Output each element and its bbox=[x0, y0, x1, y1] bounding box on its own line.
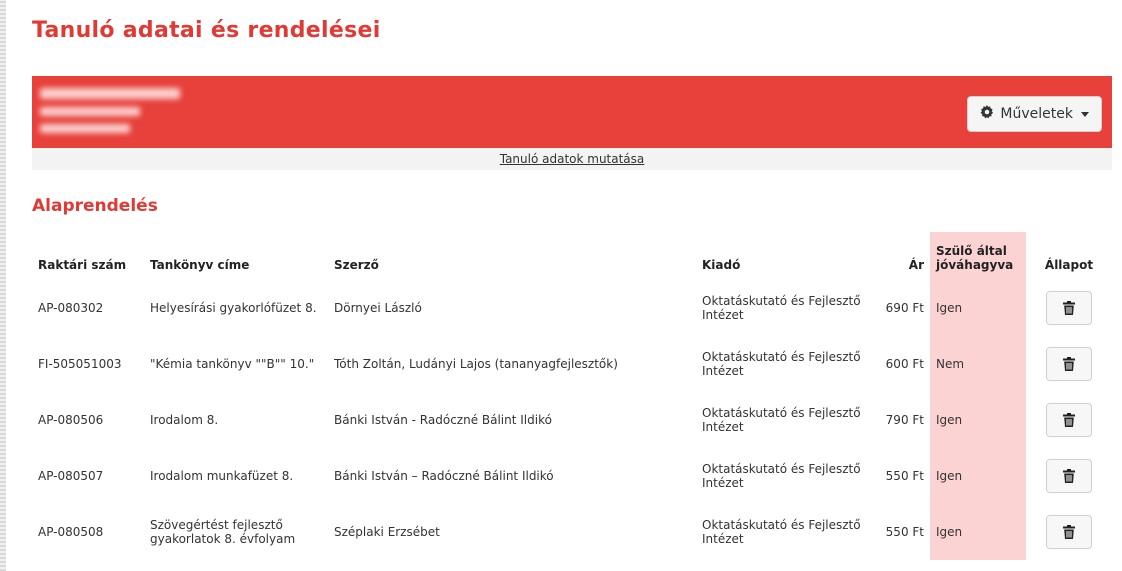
table-row: AP-080302 Helyesírási gyakorlófüzet 8. D… bbox=[32, 280, 1112, 336]
cell-price: 790 Ft bbox=[885, 413, 924, 427]
cell-stock-no: AP-080302 bbox=[38, 301, 104, 315]
cell-publisher: Oktatáskutató és Fejlesztő Intézet bbox=[702, 462, 861, 490]
table-row: FI-505051003 "Kémia tankönyv ""B"" 10." … bbox=[32, 336, 1112, 392]
table-row: AP-080507 Irodalom munkafüzet 8. Bánki I… bbox=[32, 448, 1112, 504]
show-student-data-link[interactable]: Tanuló adatok mutatása bbox=[500, 152, 645, 166]
trash-icon bbox=[1063, 413, 1075, 427]
left-border-decoration bbox=[0, 0, 6, 571]
gear-icon bbox=[980, 105, 994, 123]
header-author: Szerző bbox=[334, 258, 379, 272]
orders-table: Raktári szám Tankönyv címe Szerző Kiadó … bbox=[32, 232, 1112, 560]
cell-author: Dörnyei László bbox=[334, 301, 422, 315]
actions-button[interactable]: Műveletek bbox=[967, 96, 1102, 132]
page-title: Tanuló adatai és rendelései bbox=[32, 18, 381, 43]
cell-price: 550 Ft bbox=[885, 469, 924, 483]
cell-stock-no: AP-080507 bbox=[38, 469, 104, 483]
cell-book-title: Szövegértést fejlesztő gyakorlatok 8. év… bbox=[150, 518, 296, 546]
trash-icon bbox=[1063, 357, 1075, 371]
table-row: AP-080508 Szövegértést fejlesztő gyakorl… bbox=[32, 504, 1112, 560]
caret-down-icon bbox=[1081, 111, 1089, 117]
actions-button-label: Műveletek bbox=[1000, 106, 1073, 122]
cell-author: Bánki István - Radóczné Bálint Ildikó bbox=[334, 413, 552, 427]
cell-publisher: Oktatáskutató és Fejlesztő Intézet bbox=[702, 350, 861, 378]
cell-parent-approved: Nem bbox=[930, 336, 1026, 392]
header-price: Ár bbox=[908, 258, 924, 272]
cell-stock-no: FI-505051003 bbox=[38, 357, 122, 371]
cell-parent-approved: Igen bbox=[930, 448, 1026, 504]
delete-button[interactable] bbox=[1046, 403, 1092, 437]
student-panel: Műveletek bbox=[32, 76, 1112, 148]
delete-button[interactable] bbox=[1046, 347, 1092, 381]
cell-status bbox=[1026, 336, 1112, 392]
cell-parent-approved: Igen bbox=[930, 504, 1026, 560]
cell-stock-no: AP-080508 bbox=[38, 525, 104, 539]
trash-icon bbox=[1063, 301, 1075, 315]
header-parent-approved: Szülő által jóváhagyva bbox=[930, 232, 1026, 280]
cell-publisher: Oktatáskutató és Fejlesztő Intézet bbox=[702, 406, 861, 434]
cell-author: Széplaki Erzsébet bbox=[334, 525, 440, 539]
cell-parent-approved: Igen bbox=[930, 392, 1026, 448]
cell-author: Bánki István – Radóczné Bálint Ildikó bbox=[334, 469, 554, 483]
cell-status bbox=[1026, 504, 1112, 560]
cell-price: 550 Ft bbox=[885, 525, 924, 539]
student-details-toggle-bar: Tanuló adatok mutatása bbox=[32, 148, 1112, 170]
delete-button[interactable] bbox=[1046, 291, 1092, 325]
header-status: Állapot bbox=[1044, 258, 1094, 272]
cell-price: 690 Ft bbox=[885, 301, 924, 315]
cell-author: Tóth Zoltán, Ludányi Lajos (tananyagfejl… bbox=[334, 357, 618, 371]
section-title: Alaprendelés bbox=[32, 196, 158, 216]
header-book-title: Tankönyv címe bbox=[150, 258, 250, 272]
delete-button[interactable] bbox=[1046, 515, 1092, 549]
cell-book-title: "Kémia tankönyv ""B"" 10." bbox=[150, 357, 315, 371]
delete-button[interactable] bbox=[1046, 459, 1092, 493]
cell-status bbox=[1026, 280, 1112, 336]
cell-book-title: Helyesírási gyakorlófüzet 8. bbox=[150, 301, 317, 315]
cell-status bbox=[1026, 392, 1112, 448]
cell-publisher: Oktatáskutató és Fejlesztő Intézet bbox=[702, 294, 861, 322]
cell-status bbox=[1026, 448, 1112, 504]
header-publisher: Kiadó bbox=[702, 258, 741, 272]
header-stock-no: Raktári szám bbox=[38, 258, 127, 272]
cell-publisher: Oktatáskutató és Fejlesztő Intézet bbox=[702, 518, 861, 546]
cell-stock-no: AP-080506 bbox=[38, 413, 104, 427]
trash-icon bbox=[1063, 469, 1075, 483]
table-row: AP-080506 Irodalom 8. Bánki István - Rad… bbox=[32, 392, 1112, 448]
cell-parent-approved: Igen bbox=[930, 280, 1026, 336]
student-info-blurred bbox=[40, 82, 280, 144]
cell-price: 600 Ft bbox=[885, 357, 924, 371]
table-header-row: Raktári szám Tankönyv címe Szerző Kiadó … bbox=[32, 232, 1112, 280]
cell-book-title: Irodalom 8. bbox=[150, 413, 219, 427]
cell-book-title: Irodalom munkafüzet 8. bbox=[150, 469, 294, 483]
trash-icon bbox=[1063, 525, 1075, 539]
